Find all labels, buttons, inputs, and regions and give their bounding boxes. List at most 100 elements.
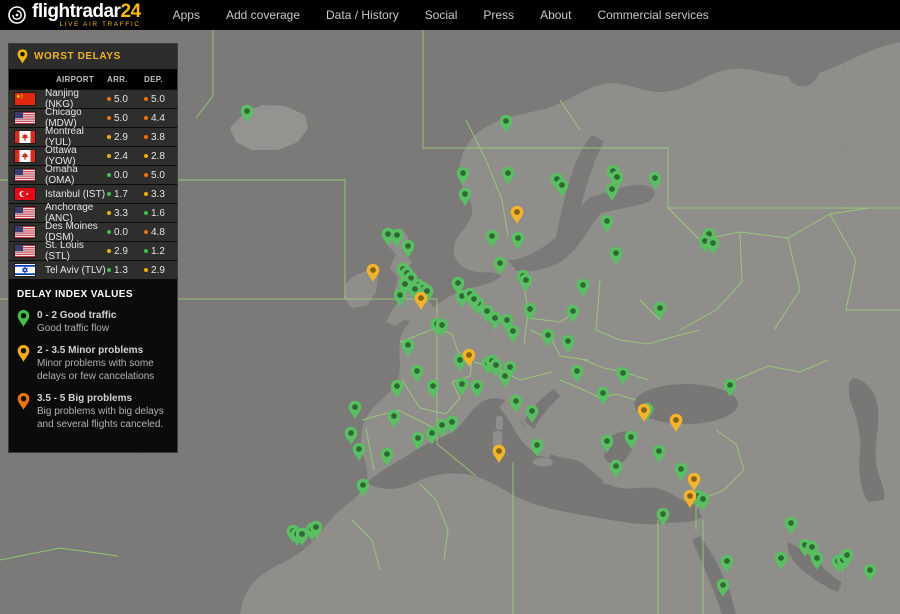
nav-item-add-coverage[interactable]: Add coverage bbox=[226, 8, 300, 22]
legend-pin-big-icon bbox=[17, 393, 30, 410]
arrival-delay-value: 3.3 bbox=[107, 208, 144, 219]
legend-item-big: 3.5 - 5 Big problemsBig problems with bi… bbox=[17, 392, 169, 431]
flag-cn-icon bbox=[9, 93, 43, 105]
delay-index-legend: DELAY INDEX VALUES 0 - 2 Good trafficGoo… bbox=[9, 279, 177, 452]
brand-name: flightradar bbox=[32, 1, 120, 22]
nav-item-press[interactable]: Press bbox=[483, 8, 514, 22]
flightradar24-logo[interactable]: flightradar24 LIVE AIR TRAFFIC bbox=[0, 2, 141, 29]
departure-delay-value: 1.2 bbox=[144, 246, 177, 257]
delays-table-body: Nanjing (NKG)5.05.0 Chicago (MDW)5.04.4 … bbox=[9, 89, 177, 279]
airport-name: St. Louis (STL) bbox=[43, 240, 107, 262]
legend-item-title: 0 - 2 Good traffic bbox=[37, 309, 116, 322]
arrival-delay-value: 0.0 bbox=[107, 227, 144, 238]
departure-delay-value: 5.0 bbox=[144, 94, 177, 105]
legend-item-good: 0 - 2 Good trafficGood traffic flow bbox=[17, 309, 169, 335]
worst-delays-header: WORST DELAYS bbox=[9, 44, 177, 70]
flag-us-icon bbox=[9, 112, 43, 124]
departure-delay-dot bbox=[144, 116, 148, 120]
arrival-delay-dot bbox=[107, 192, 111, 196]
flag-ca-icon bbox=[9, 131, 43, 143]
legend-item-title: 2 - 3.5 Minor problems bbox=[37, 344, 169, 357]
delay-row-tel-aviv-tlv[interactable]: Tel Aviv (TLV)1.32.9 bbox=[9, 260, 177, 279]
delay-row-montreal-yul[interactable]: Montreal (YUL)2.93.8 bbox=[9, 127, 177, 146]
arrival-delay-value: 1.3 bbox=[107, 265, 144, 276]
departure-delay-value: 5.0 bbox=[144, 170, 177, 181]
arrival-delay-dot bbox=[107, 116, 111, 120]
worst-delays-title: WORST DELAYS bbox=[34, 51, 121, 62]
legend-item-desc: Minor problems with some delays or few c… bbox=[37, 357, 169, 383]
nav-item-social[interactable]: Social bbox=[425, 8, 458, 22]
arrival-delay-value: 2.9 bbox=[107, 246, 144, 257]
radar-icon bbox=[7, 5, 27, 25]
legend-item-minor: 2 - 3.5 Minor problemsMinor problems wit… bbox=[17, 344, 169, 383]
arrival-delay-dot bbox=[107, 154, 111, 158]
nav-item-apps[interactable]: Apps bbox=[173, 8, 200, 22]
flightradar24-page: flightradar24 LIVE AIR TRAFFIC Apps Add c… bbox=[0, 0, 900, 614]
flag-us-icon bbox=[9, 245, 43, 257]
arrival-delay-value: 0.0 bbox=[107, 170, 144, 181]
arrival-delay-value: 2.4 bbox=[107, 151, 144, 162]
arrival-delay-dot bbox=[107, 268, 111, 272]
flag-ca-icon bbox=[9, 150, 43, 162]
col-arr: ARR. bbox=[107, 75, 144, 84]
arrival-delay-value: 1.7 bbox=[107, 189, 144, 200]
worst-delays-panel: WORST DELAYS AIRPORT ARR. DEP. Nanjing (… bbox=[8, 43, 178, 453]
delay-row-nanjing-nkg[interactable]: Nanjing (NKG)5.05.0 bbox=[9, 89, 177, 108]
col-dep: DEP. bbox=[144, 75, 177, 84]
departure-delay-value: 2.9 bbox=[144, 265, 177, 276]
map-land-sicily bbox=[533, 458, 553, 467]
delay-row-anchorage-anc[interactable]: Anchorage (ANC)3.31.6 bbox=[9, 203, 177, 222]
departure-delay-dot bbox=[144, 97, 148, 101]
brand-tagline: LIVE AIR TRAFFIC bbox=[32, 22, 141, 29]
delay-row-chicago-mdw[interactable]: Chicago (MDW)5.04.4 bbox=[9, 108, 177, 127]
nav-item-about[interactable]: About bbox=[540, 8, 571, 22]
map-land-crete bbox=[602, 479, 622, 485]
legend-item-desc: Big problems with big delays and several… bbox=[37, 405, 169, 431]
arrival-delay-value: 5.0 bbox=[107, 113, 144, 124]
arrival-delay-value: 2.9 bbox=[107, 132, 144, 143]
arrival-delay-dot bbox=[107, 135, 111, 139]
delay-row-omaha-oma[interactable]: Omaha (OMA)0.05.0 bbox=[9, 165, 177, 184]
nav-item-data-history[interactable]: Data / History bbox=[326, 8, 399, 22]
arrival-delay-dot bbox=[107, 249, 111, 253]
arrival-delay-dot bbox=[107, 173, 111, 177]
flag-us-icon bbox=[9, 169, 43, 181]
departure-delay-value: 4.8 bbox=[144, 227, 177, 238]
delay-row-istanbul-ist[interactable]: Istanbul (IST)1.73.3 bbox=[9, 184, 177, 203]
map-land-corsica bbox=[496, 416, 503, 430]
delay-pin-icon bbox=[17, 49, 28, 64]
departure-delay-value: 1.6 bbox=[144, 208, 177, 219]
departure-delay-dot bbox=[144, 154, 148, 158]
legend-item-title: 3.5 - 5 Big problems bbox=[37, 392, 169, 405]
departure-delay-dot bbox=[144, 192, 148, 196]
delay-row-ottawa-yow[interactable]: Ottawa (YOW)2.42.8 bbox=[9, 146, 177, 165]
flag-tr-icon bbox=[9, 188, 43, 200]
arrival-delay-dot bbox=[107, 211, 111, 215]
departure-delay-value: 2.8 bbox=[144, 151, 177, 162]
col-airport: AIRPORT bbox=[43, 75, 107, 84]
departure-delay-value: 4.4 bbox=[144, 113, 177, 124]
arrival-delay-dot bbox=[107, 97, 111, 101]
airport-name: Istanbul (IST) bbox=[43, 189, 107, 200]
delays-table-header: AIRPORT ARR. DEP. bbox=[9, 70, 177, 89]
legend-item-desc: Good traffic flow bbox=[37, 322, 116, 335]
departure-delay-dot bbox=[144, 230, 148, 234]
departure-delay-dot bbox=[144, 211, 148, 215]
brand-suffix: 24 bbox=[120, 1, 140, 22]
main-nav: Apps Add coverage Data / History Social Pres… bbox=[173, 8, 709, 22]
legend-pin-good-icon bbox=[17, 310, 30, 327]
flag-il-icon bbox=[9, 264, 43, 276]
departure-delay-dot bbox=[144, 268, 148, 272]
brand-text: flightradar24 LIVE AIR TRAFFIC bbox=[32, 2, 141, 29]
nav-item-commercial-services[interactable]: Commercial services bbox=[597, 8, 708, 22]
legend-title: DELAY INDEX VALUES bbox=[17, 289, 169, 300]
flag-us-icon bbox=[9, 226, 43, 238]
departure-delay-dot bbox=[144, 173, 148, 177]
departure-delay-dot bbox=[144, 249, 148, 253]
delay-row-st-louis-stl[interactable]: St. Louis (STL)2.91.2 bbox=[9, 241, 177, 260]
legend-items: 0 - 2 Good trafficGood traffic flow 2 - 3… bbox=[17, 309, 169, 431]
delay-row-des-moines-dsm[interactable]: Des Moines (DSM)0.04.8 bbox=[9, 222, 177, 241]
departure-delay-dot bbox=[144, 135, 148, 139]
arrival-delay-dot bbox=[107, 230, 111, 234]
legend-pin-minor-icon bbox=[17, 345, 30, 362]
